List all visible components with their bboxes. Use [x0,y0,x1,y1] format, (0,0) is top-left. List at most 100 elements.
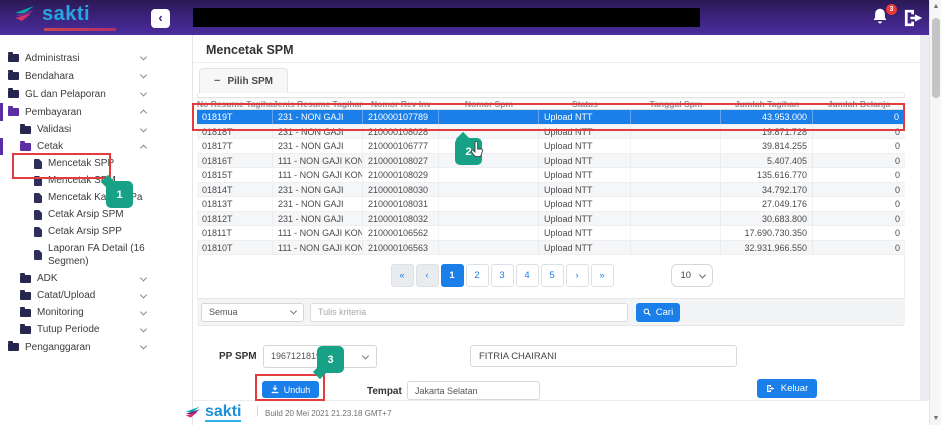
sidebar-item-tutup-periode[interactable]: Tutup Periode [0,321,192,338]
table-cell: 01814T [197,183,273,197]
annotation-step-1: 1 [106,181,133,208]
folder-icon [20,309,31,317]
page-4-button[interactable]: 4 [516,264,539,287]
sidebar-item-mencetak-spm[interactable]: Mencetak SPM [0,172,192,189]
table-cell [631,197,721,211]
sidebar-item-laporan-fa-detail-16-segmen[interactable]: Laporan FA Detail (16 Segmen) [0,240,192,270]
table-cell: Upload NTT [539,226,631,240]
table-cell: 27.049.176 [721,197,813,211]
sidebar-item-catat-upload[interactable]: Catat/Upload [0,287,192,304]
table-row[interactable]: 01819T231 - NON GAJI210000107789Upload N… [197,110,905,125]
page-scrollbar[interactable]: ▲ ▼ [929,0,941,425]
table-row[interactable]: 01811T111 - NON GAJI KONTRAKT21000010656… [197,226,905,241]
page-title: Mencetak SPM [206,43,294,57]
sidebar-item-pembayaran[interactable]: Pembayaran [0,103,192,121]
table-row[interactable]: 01818T231 - NON GAJI210000108028Upload N… [197,125,905,140]
table-row[interactable]: 01813T231 - NON GAJI210000108031Upload N… [197,197,905,212]
column-header-jumlah-belanja[interactable]: Jumlah Belanja [813,98,905,109]
sidebar-item-label: Cetak [37,140,63,153]
table-cell [631,110,721,124]
page-next-button[interactable]: › [566,264,589,287]
sidebar-item-administrasi[interactable]: Administrasi [0,49,192,67]
file-icon [34,210,42,220]
table-cell: 19.871.728 [721,125,813,139]
table-row[interactable]: 01817T231 - NON GAJI210000106777Upload N… [197,139,905,154]
column-header-nomor-spm[interactable]: Nomor Spm [439,98,539,109]
sidebar-item-label: Cetak Arsip SPM [48,208,124,221]
sidebar-item-label: Bendahara [25,70,74,83]
table-cell: Upload NTT [539,168,631,182]
column-header-no-resume-tagihan[interactable]: No Resume Tagihan [197,98,273,109]
sidebar-item-mencetak-spp[interactable]: Mencetak SPP [0,155,192,172]
sidebar-item-cetak-arsip-spm[interactable]: Cetak Arsip SPM [0,206,192,223]
sidebar-item-bendahara[interactable]: Bendahara [0,67,192,85]
page-first-button[interactable]: « [391,264,414,287]
sidebar-item-penganggaran[interactable]: Penganggaran [0,338,192,356]
column-header-jumlah-tagihan[interactable]: Jumlah Tagihan [721,98,813,109]
page-1-button[interactable]: 1 [441,264,464,287]
table-cell: 0 [813,110,905,124]
tempat-input[interactable] [407,381,540,400]
table-cell: 210000108029 [363,168,439,182]
table-cell: 231 - NON GAJI [273,110,363,124]
table-cell: 0 [813,139,905,153]
column-header-nomor-rev-inv[interactable]: Nomor Rev Inv [363,98,439,109]
scrollbar-thumb[interactable] [932,18,940,98]
table-cell: 0 [813,226,905,240]
table-cell: Upload NTT [539,110,631,124]
folder-icon [8,343,19,351]
notifications-button[interactable]: 3 [871,7,893,29]
table-cell: Upload NTT [539,139,631,153]
page-last-button[interactable]: » [591,264,614,287]
cari-button[interactable]: Cari [636,303,680,322]
sidebar-item-label: Tutup Periode [37,323,99,336]
page-5-button[interactable]: 5 [541,264,564,287]
table-row[interactable]: 01816T111 - NON GAJI KONTRAKT21000010802… [197,154,905,169]
scroll-down-arrow[interactable]: ▼ [930,412,941,425]
table-cell: 0 [813,197,905,211]
footer: sakti | Build 20 Mei 2021 21.23.18 GMT+7 [193,400,929,425]
page-3-button[interactable]: 3 [491,264,514,287]
sidebar-item-gl-dan-pelaporan[interactable]: GL dan Pelaporan [0,85,192,103]
filter-bar: Semua Cari [197,298,905,326]
table-cell: 210000108028 [363,125,439,139]
page-size-select[interactable]: 10 [671,264,713,287]
page-prev-button[interactable]: ‹ [416,264,439,287]
table-cell: 111 - NON GAJI KONTRAKT [273,168,363,182]
unduh-button[interactable]: Unduh [262,381,319,398]
column-header-status[interactable]: Status [539,98,631,109]
file-icon [34,227,42,237]
spm-table: No Resume TagihanJenis Resume TagihanNom… [197,97,905,255]
column-header-tanggal-spm[interactable]: Tanggal Spm [631,98,721,109]
sidebar-item-cetak-arsip-spp[interactable]: Cetak Arsip SPP [0,223,192,240]
sidebar-item-validasi[interactable]: Validasi [0,121,192,138]
chevron-up-icon [140,109,147,116]
table-cell: 210000108031 [363,197,439,211]
sidebar-item-monitoring[interactable]: Monitoring [0,304,192,321]
table-row[interactable]: 01815T111 - NON GAJI KONTRAKT21000010802… [197,168,905,183]
header-logout-button[interactable] [902,8,926,28]
sidebar-collapse-button[interactable]: ‹ [151,9,170,28]
pilih-spm-accordion-header[interactable]: − Pilih SPM [199,68,288,93]
sakti-logo-icon [14,4,36,24]
filter-scope-select[interactable]: Semua [201,303,304,322]
table-row[interactable]: 01812T231 - NON GAJI210000108032Upload N… [197,212,905,227]
file-icon [34,250,42,260]
sidebar-item-adk[interactable]: ADK [0,270,192,287]
page-2-button[interactable]: 2 [466,264,489,287]
annotation-step-1-number: 1 [116,189,122,201]
sidebar-item-cetak[interactable]: Cetak [0,138,192,155]
table-cell [439,183,539,197]
filter-criteria-input[interactable] [310,303,628,322]
scroll-up-arrow[interactable]: ▲ [930,0,941,13]
column-header-jenis-resume-tagihan[interactable]: Jenis Resume Tagihan [273,98,363,109]
sakti-logo-icon [185,405,201,420]
keluar-button[interactable]: Keluar [757,379,817,398]
filter-scope-value: Semua [209,307,238,317]
table-cell: 0 [813,212,905,226]
pp-name-input[interactable] [470,345,737,367]
table-row[interactable]: 01810T111 - NON GAJI KONTRAKT21000010656… [197,241,905,256]
table-row[interactable]: 01814T231 - NON GAJI210000108030Upload N… [197,183,905,198]
table-cell: 0 [813,168,905,182]
sidebar-item-mencetak-karwas-pa[interactable]: Mencetak Karwas Pa [0,189,192,206]
